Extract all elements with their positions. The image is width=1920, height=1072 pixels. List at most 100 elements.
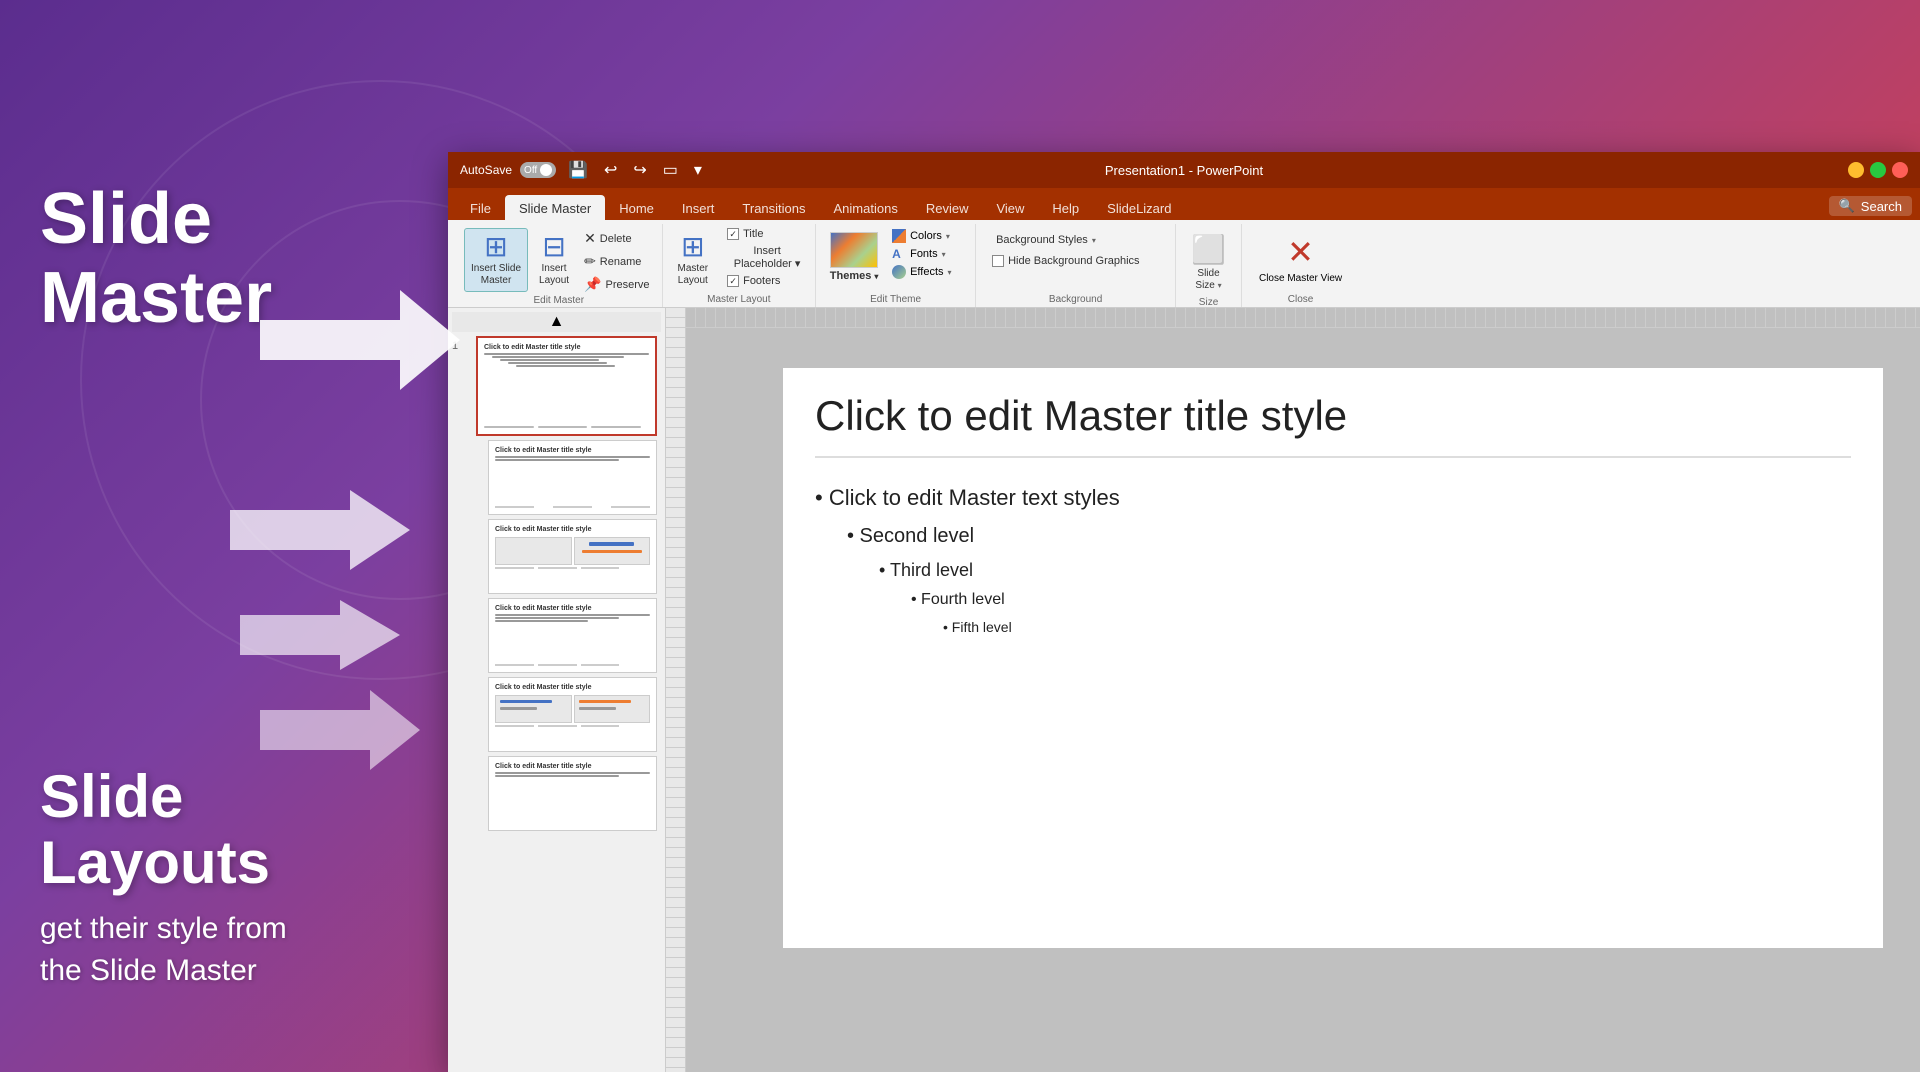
slide-canvas[interactable]: Click to edit Master title style • Click… xyxy=(783,368,1883,948)
insert-layout-button[interactable]: ⊟ InsertLayout xyxy=(532,228,576,292)
ruler-marks xyxy=(666,308,685,1072)
thumb-line xyxy=(495,456,650,458)
size-group: ⬜ SlideSize ▾ Size xyxy=(1176,224,1242,307)
edit-theme-content: Aa Themes ▾ Colors ▾ A Fonts ▾ xyxy=(824,228,967,294)
tab-view[interactable]: View xyxy=(982,195,1038,220)
slide-thumbnail-6[interactable]: Click to edit Master title style xyxy=(488,756,657,831)
slide-4-lines xyxy=(495,614,650,622)
slide-thumbnail-2[interactable]: Click to edit Master title style xyxy=(488,440,657,515)
customize-icon[interactable]: ▾ xyxy=(690,158,706,182)
rename-label: Rename xyxy=(600,256,642,268)
thumb-line xyxy=(484,353,649,355)
insert-placeholder-button[interactable]: Insert Placeholder ▾ xyxy=(727,242,807,273)
window-controls xyxy=(1425,162,1908,178)
slide-1-container: 1 Click to edit Master title style xyxy=(472,336,661,436)
close-master-view-label: Close Master View xyxy=(1259,273,1342,285)
thumb-line xyxy=(516,365,615,367)
slide-thumbnail-4[interactable]: Click to edit Master title style xyxy=(488,598,657,673)
thumb-footer-line xyxy=(581,725,620,727)
master-layout-group-label: Master Layout xyxy=(671,294,808,307)
slide-thumbnail-1[interactable]: Click to edit Master title style xyxy=(476,336,657,436)
close-master-view-button[interactable]: ✕ Close Master View xyxy=(1250,228,1351,290)
search-label: Search xyxy=(1861,199,1902,214)
delete-button[interactable]: ✕ Delete xyxy=(580,228,653,249)
tab-file[interactable]: File xyxy=(456,195,505,220)
redo-icon[interactable]: ↪ xyxy=(629,158,650,182)
thumb-footer-line xyxy=(538,725,577,727)
effects-label: Effects xyxy=(910,266,943,278)
slide-panel[interactable]: ▲ 1 Click to edit Master title style xyxy=(448,308,666,1072)
toggle-state-label: Off xyxy=(524,165,537,176)
minimize-button[interactable] xyxy=(1848,162,1864,178)
window-title: Presentation1 - PowerPoint xyxy=(943,163,1426,178)
hide-bg-graphics-checkbox[interactable] xyxy=(992,255,1004,267)
fonts-button[interactable]: A Fonts ▾ xyxy=(888,246,955,262)
hide-bg-graphics-label: Hide Background Graphics xyxy=(1008,255,1139,267)
slide-3-container: Click to edit Master title style xyxy=(484,519,661,594)
tab-review[interactable]: Review xyxy=(912,195,983,220)
master-layout-label: MasterLayout xyxy=(678,263,709,287)
themes-button[interactable]: Aa Themes ▾ xyxy=(824,228,884,286)
insert-slide-master-button[interactable]: ⊞ Insert SlideMaster xyxy=(464,228,528,292)
thumb-line xyxy=(495,614,650,616)
slide-title-area: Click to edit Master title style xyxy=(815,392,1851,458)
title-bar-left: AutoSave Off 💾 ↩ ↪ ▭ ▾ xyxy=(460,158,943,182)
tab-slidelizard[interactable]: SlideLizard xyxy=(1093,195,1185,220)
thumb-footer xyxy=(495,664,650,666)
slide-size-button[interactable]: ⬜ SlideSize ▾ xyxy=(1184,228,1233,297)
thumb-footer xyxy=(495,506,650,508)
rename-button[interactable]: ✏ Rename xyxy=(580,251,653,272)
autosave-toggle[interactable]: Off xyxy=(520,162,556,178)
size-content: ⬜ SlideSize ▾ xyxy=(1184,228,1233,297)
insert-slide-master-label: Insert SlideMaster xyxy=(471,263,521,287)
effects-button[interactable]: Effects ▾ xyxy=(888,264,955,280)
slide-6-inner: Click to edit Master title style xyxy=(489,757,656,830)
save-icon[interactable]: 💾 xyxy=(564,158,592,182)
thumb-line xyxy=(495,620,588,622)
maximize-button[interactable] xyxy=(1870,162,1886,178)
rename-icon: ✏ xyxy=(584,253,596,270)
preserve-button[interactable]: 📌 Preserve xyxy=(580,274,653,295)
preserve-icon: 📌 xyxy=(584,276,601,293)
tab-transitions[interactable]: Transitions xyxy=(728,195,819,220)
title-checkbox[interactable]: ✓ xyxy=(727,228,739,240)
canvas-wrapper[interactable]: Click to edit Master title style • Click… xyxy=(686,328,1920,1072)
thumb-footer xyxy=(484,426,649,428)
ribbon: ⊞ Insert SlideMaster ⊟ InsertLayout ✕ De… xyxy=(448,220,1920,308)
colors-label: Colors xyxy=(910,230,942,242)
close-button[interactable] xyxy=(1892,162,1908,178)
insert-slide-master-icon: ⊞ xyxy=(484,233,507,261)
colors-button[interactable]: Colors ▾ xyxy=(888,228,955,244)
slide-6-container: Click to edit Master title style xyxy=(484,756,661,831)
colors-swatch xyxy=(892,229,906,243)
slide-5-container: Click to edit Master title style xyxy=(484,677,661,752)
thumb-content-boxes xyxy=(495,537,650,565)
scroll-top[interactable]: ▲ xyxy=(452,312,661,332)
slide-thumbnail-3[interactable]: Click to edit Master title style xyxy=(488,519,657,594)
tab-home[interactable]: Home xyxy=(605,195,668,220)
master-layout-button[interactable]: ⊞ MasterLayout xyxy=(671,228,716,292)
thumb-line-gray xyxy=(579,707,616,710)
background-styles-button[interactable]: Background Styles ▾ xyxy=(992,232,1139,248)
present-icon[interactable]: ▭ xyxy=(659,158,682,182)
canvas-area: Click to edit Master title style • Click… xyxy=(686,308,1920,1072)
slide-size-icon: ⬜ xyxy=(1191,233,1226,266)
thumb-footer xyxy=(495,725,650,727)
thumb-line-gray xyxy=(500,707,537,710)
body-level-4: • Fourth level xyxy=(911,586,1851,615)
slide-title[interactable]: Click to edit Master title style xyxy=(815,392,1851,440)
footers-checkbox[interactable]: ✓ xyxy=(727,275,739,287)
undo-icon[interactable]: ↩ xyxy=(600,158,621,182)
slide-thumbnail-5[interactable]: Click to edit Master title style xyxy=(488,677,657,752)
insert-layout-icon: ⊟ xyxy=(542,233,565,261)
close-label: Close xyxy=(1250,294,1351,307)
tab-slide-master[interactable]: Slide Master xyxy=(505,195,605,220)
tab-animations[interactable]: Animations xyxy=(820,195,912,220)
tab-help[interactable]: Help xyxy=(1038,195,1093,220)
thumb-footer-line xyxy=(495,664,534,666)
tab-insert[interactable]: Insert xyxy=(668,195,729,220)
footers-checkbox-label: Footers xyxy=(743,275,780,287)
fonts-arrow: ▾ xyxy=(942,250,946,259)
fonts-icon: A xyxy=(892,247,906,261)
search-box[interactable]: 🔍 Search xyxy=(1829,196,1912,216)
